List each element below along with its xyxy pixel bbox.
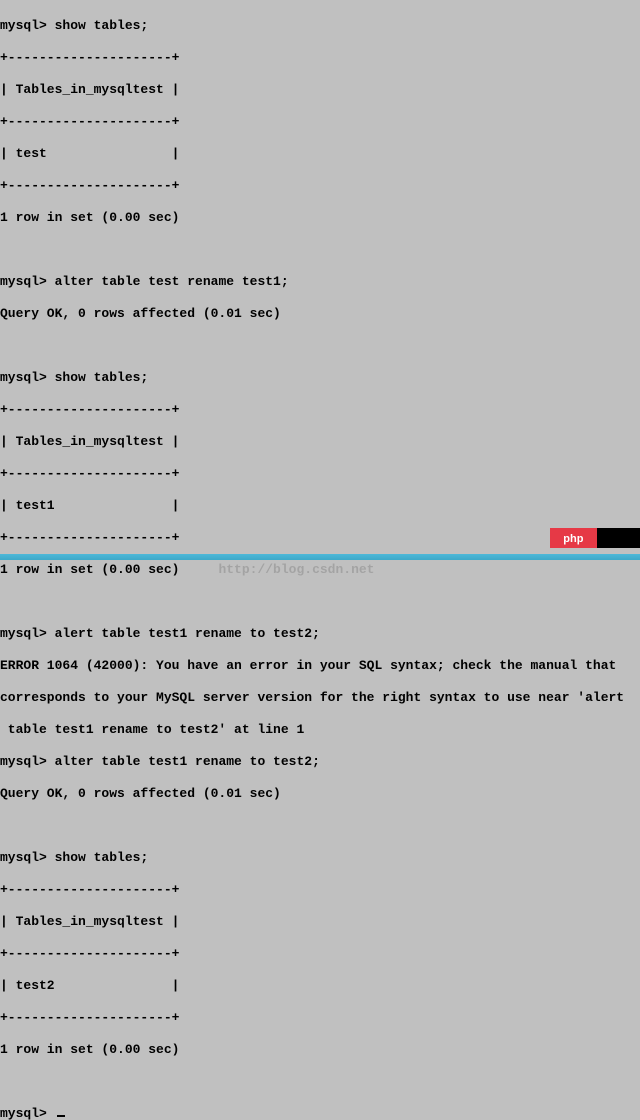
table-header: | Tables_in_mysqltest |	[0, 434, 640, 450]
table-border: +---------------------+	[0, 530, 640, 546]
result-line: Query OK, 0 rows affected (0.01 sec)	[0, 306, 640, 322]
table-border: +---------------------+	[0, 114, 640, 130]
result-line: Query OK, 0 rows affected (0.01 sec)	[0, 786, 640, 802]
table-border: +---------------------+	[0, 402, 640, 418]
watermark-black-box	[597, 528, 640, 548]
blank-line	[0, 594, 640, 610]
error-line: table test1 rename to test2' at line 1	[0, 722, 640, 738]
taskbar-strip	[0, 554, 640, 560]
prompt-line: mysql> show tables;	[0, 850, 640, 866]
table-border: +---------------------+	[0, 1010, 640, 1026]
watermark-text: php	[550, 528, 597, 548]
table-row: | test2 |	[0, 978, 640, 994]
table-row: | test |	[0, 146, 640, 162]
blank-line	[0, 338, 640, 354]
table-row: | test1 |	[0, 498, 640, 514]
table-border: +---------------------+	[0, 946, 640, 962]
table-border: +---------------------+	[0, 882, 640, 898]
cursor-icon	[57, 1115, 65, 1117]
terminal-output: mysql> show tables; +-------------------…	[0, 0, 640, 1120]
blank-line	[0, 818, 640, 834]
table-header: | Tables_in_mysqltest |	[0, 82, 640, 98]
prompt-line: mysql> alert table test1 rename to test2…	[0, 626, 640, 642]
blank-line	[0, 242, 640, 258]
table-border: +---------------------+	[0, 50, 640, 66]
prompt-line: mysql> show tables;	[0, 370, 640, 386]
result-line: 1 row in set (0.00 sec) http://blog.csdn…	[0, 562, 640, 578]
error-line: corresponds to your MySQL server version…	[0, 690, 640, 706]
prompt-line[interactable]: mysql>	[0, 1106, 640, 1120]
result-line: 1 row in set (0.00 sec)	[0, 210, 640, 226]
result-line: 1 row in set (0.00 sec)	[0, 1042, 640, 1058]
table-border: +---------------------+	[0, 466, 640, 482]
watermark-badge: php	[550, 528, 640, 548]
table-border: +---------------------+	[0, 178, 640, 194]
error-line: ERROR 1064 (42000): You have an error in…	[0, 658, 640, 674]
watermark-url: http://blog.csdn.net	[218, 562, 374, 577]
table-header: | Tables_in_mysqltest |	[0, 914, 640, 930]
prompt-line: mysql> alter table test rename test1;	[0, 274, 640, 290]
prompt-line: mysql> show tables;	[0, 18, 640, 34]
blank-line	[0, 1074, 640, 1090]
prompt-line: mysql> alter table test1 rename to test2…	[0, 754, 640, 770]
